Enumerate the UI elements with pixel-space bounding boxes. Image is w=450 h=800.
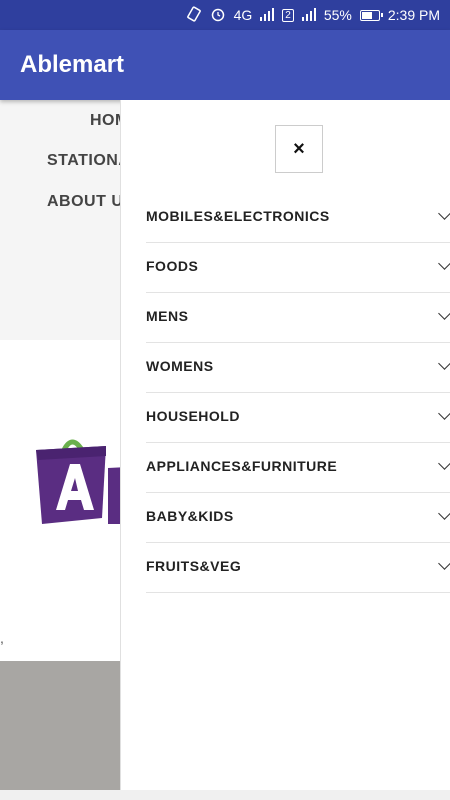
app-bar: Ablemart <box>0 30 450 100</box>
vibrate-icon <box>186 6 202 24</box>
category-item-mobiles-electronics[interactable]: MOBILES&ELECTRONICS <box>146 193 450 243</box>
category-item-foods[interactable]: FOODS <box>146 243 450 293</box>
status-bar: 4G 2 55% 2:39 PM <box>0 0 450 30</box>
category-drawer: × MOBILES&ELECTRONICS FOODS MENS WOMENS … <box>120 100 450 790</box>
chevron-down-icon[interactable] <box>438 507 450 520</box>
category-label: WOMENS <box>146 358 214 374</box>
chevron-down-icon[interactable] <box>438 357 450 370</box>
category-item-appliances-furniture[interactable]: APPLIANCES&FURNITURE <box>146 443 450 493</box>
stray-comma: , <box>0 630 4 646</box>
alarm-icon <box>210 6 226 24</box>
nav-stationery-link[interactable]: STATIONA <box>47 152 130 170</box>
bottom-strip <box>0 790 450 800</box>
chevron-down-icon[interactable] <box>438 407 450 420</box>
close-icon: × <box>293 137 305 160</box>
category-item-mens[interactable]: MENS <box>146 293 450 343</box>
chevron-down-icon[interactable] <box>438 257 450 270</box>
category-label: MOBILES&ELECTRONICS <box>146 208 330 224</box>
battery-percent: 55% <box>323 7 352 23</box>
category-item-baby-kids[interactable]: BABY&KIDS <box>146 493 450 543</box>
category-label: APPLIANCES&FURNITURE <box>146 458 338 474</box>
clock: 2:39 PM <box>387 7 440 23</box>
category-label: MENS <box>146 308 189 324</box>
chevron-down-icon[interactable] <box>438 557 450 570</box>
category-item-household[interactable]: HOUSEHOLD <box>146 393 450 443</box>
signal-icon <box>260 7 275 23</box>
category-item-fruits-veg[interactable]: FRUITS&VEG <box>146 543 450 593</box>
category-label: BABY&KIDS <box>146 508 234 524</box>
category-label: HOUSEHOLD <box>146 408 240 424</box>
chevron-down-icon[interactable] <box>438 457 450 470</box>
category-item-womens[interactable]: WOMENS <box>146 343 450 393</box>
network-type-label: 4G <box>233 7 253 23</box>
category-label: FOODS <box>146 258 199 274</box>
category-list: MOBILES&ELECTRONICS FOODS MENS WOMENS HO… <box>146 193 450 593</box>
close-button[interactable]: × <box>275 125 323 173</box>
status-icons: 4G 2 55% 2:39 PM <box>186 0 440 30</box>
signal-2-icon <box>301 7 316 23</box>
battery-icon <box>359 9 383 21</box>
category-label: FRUITS&VEG <box>146 558 242 574</box>
nav-about-link[interactable]: ABOUT U <box>47 193 123 211</box>
sim-badge: 2 <box>282 8 294 22</box>
chevron-down-icon[interactable] <box>438 207 450 220</box>
app-title: Ablemart <box>20 51 125 78</box>
chevron-down-icon[interactable] <box>438 307 450 320</box>
